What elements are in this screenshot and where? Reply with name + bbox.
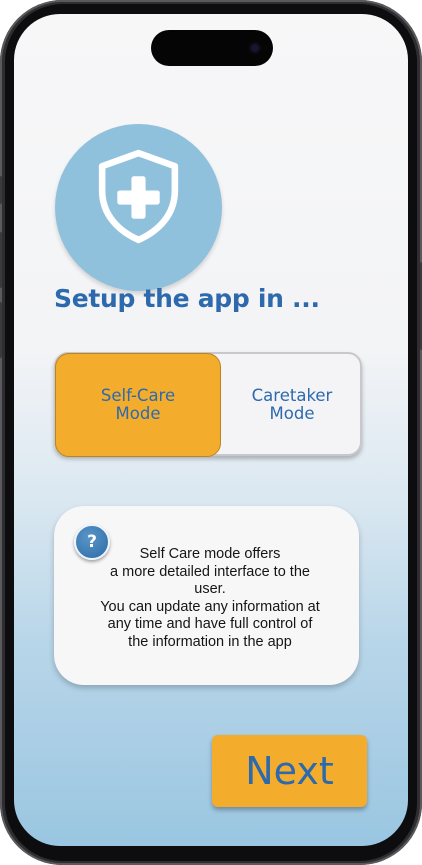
mode-info-card: ? Self Care mode offers a more detailed … bbox=[54, 506, 359, 685]
page-title: Setup the app in ... bbox=[54, 284, 320, 313]
volume-down-button bbox=[0, 302, 2, 358]
action-button bbox=[0, 176, 2, 204]
mode-toggle: Self-Care Mode Caretaker Mode bbox=[54, 352, 363, 457]
description-line: the information in the app bbox=[128, 633, 292, 650]
description-line: user. bbox=[194, 581, 226, 597]
app-screen: Setup the app in ... Self-Care Mode Care… bbox=[14, 14, 408, 846]
next-button[interactable]: Next bbox=[212, 735, 367, 807]
description-line: any time and have full control of bbox=[107, 616, 313, 632]
self-care-mode-option[interactable]: Self-Care Mode bbox=[55, 353, 221, 457]
camera-icon bbox=[249, 42, 261, 54]
description-line: You can update any information at bbox=[100, 598, 320, 615]
description-line: Self Care mode offers bbox=[139, 546, 281, 562]
mode-description: Self Care mode offers a more detailed in… bbox=[70, 546, 350, 651]
app-logo bbox=[55, 124, 222, 291]
phone-frame: Setup the app in ... Self-Care Mode Care… bbox=[0, 0, 422, 865]
volume-up-button bbox=[0, 232, 2, 288]
dynamic-island bbox=[151, 30, 273, 66]
description-line: a more detailed interface to the bbox=[110, 563, 310, 580]
caretaker-mode-option[interactable]: Caretaker Mode bbox=[221, 353, 363, 457]
shield-plus-icon bbox=[98, 149, 179, 244]
